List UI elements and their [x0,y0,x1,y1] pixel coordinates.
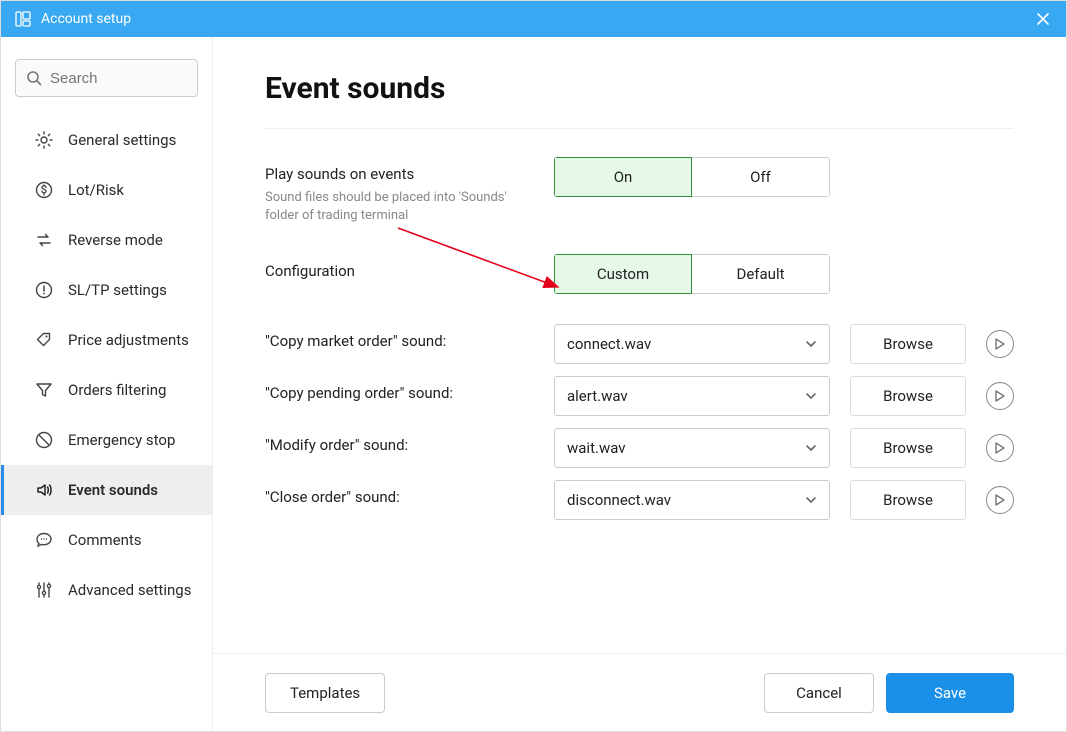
browse-button[interactable]: Browse [850,324,966,364]
sidebar-item-label: Reverse mode [68,231,163,249]
configuration-default-button[interactable]: Default [692,254,830,294]
dollar-icon [34,180,54,200]
divider [265,128,1014,129]
configuration-custom-button[interactable]: Custom [554,254,692,294]
select-value: disconnect.wav [567,491,671,509]
sidebar-item-label: Lot/Risk [68,181,124,199]
select-value: alert.wav [567,387,628,405]
chevron-down-icon [805,390,817,402]
footer: Templates Cancel Save [213,653,1066,731]
sidebar-item-comments[interactable]: Comments [1,515,212,565]
sidebar-item-emergency-stop[interactable]: Emergency stop [1,415,212,465]
filter-icon [34,380,54,400]
swap-icon [34,230,54,250]
sound-select-modify[interactable]: wait.wav [554,428,830,468]
sidebar-item-event-sounds[interactable]: Event sounds [1,465,212,515]
tag-icon [34,330,54,350]
sidebar-item-price-adjustments[interactable]: Price adjustments [1,315,212,365]
app-icon [15,11,31,27]
ban-icon [34,430,54,450]
play-sounds-off-button[interactable]: Off [692,157,830,197]
sidebar-item-advanced-settings[interactable]: Advanced settings [1,565,212,615]
form-area: Play sounds on events Sound files should… [265,157,1014,653]
play-sounds-on-button[interactable]: On [554,157,692,197]
configuration-label: Configuration [265,262,554,280]
alert-circle-icon [34,280,54,300]
page-title: Event sounds [265,71,1014,106]
titlebar: Account setup [1,1,1066,37]
comment-icon [34,530,54,550]
sidebar-item-reverse-mode[interactable]: Reverse mode [1,215,212,265]
sound-label: "Close order" sound: [265,488,554,506]
volume-icon [34,480,54,500]
search-input[interactable] [50,70,187,87]
sound-label: "Modify order" sound: [265,436,554,454]
body: General settings Lot/Risk Reverse mode [1,37,1066,731]
sidebar-item-sl-tp-settings[interactable]: SL/TP settings [1,265,212,315]
sound-select-close[interactable]: disconnect.wav [554,480,830,520]
sliders-icon [34,580,54,600]
browse-button[interactable]: Browse [850,480,966,520]
close-icon[interactable] [1034,10,1052,28]
search-input-wrap[interactable] [15,59,198,97]
play-icon[interactable] [986,486,1014,514]
window-title: Account setup [41,11,1034,27]
sidebar-item-label: Comments [68,531,142,549]
configuration-toggle: Custom Default [554,254,830,294]
cancel-button[interactable]: Cancel [764,673,874,713]
sound-select-copy-market[interactable]: connect.wav [554,324,830,364]
gear-icon [34,130,54,150]
select-value: connect.wav [567,335,651,353]
browse-button[interactable]: Browse [850,376,966,416]
play-sounds-toggle: On Off [554,157,830,197]
sidebar-item-label: General settings [68,131,176,149]
sidebar-item-label: Emergency stop [68,431,175,449]
play-icon[interactable] [986,434,1014,462]
sidebar-item-orders-filtering[interactable]: Orders filtering [1,365,212,415]
save-button[interactable]: Save [886,673,1014,713]
sidebar-item-label: SL/TP settings [68,281,167,299]
chevron-down-icon [805,442,817,454]
play-sounds-label: Play sounds on events [265,165,554,183]
play-sounds-hint: Sound files should be placed into 'Sound… [265,189,525,224]
select-value: wait.wav [567,439,626,457]
sidebar-item-label: Event sounds [68,481,158,499]
search-icon [26,70,42,86]
nav: General settings Lot/Risk Reverse mode [1,115,212,615]
templates-button[interactable]: Templates [265,673,385,713]
sidebar-item-label: Orders filtering [68,381,166,399]
browse-button[interactable]: Browse [850,428,966,468]
sidebar: General settings Lot/Risk Reverse mode [1,37,213,731]
play-icon[interactable] [986,330,1014,358]
window: Account setup Ge [0,0,1067,732]
sound-label: "Copy market order" sound: [265,332,554,350]
sound-select-copy-pending[interactable]: alert.wav [554,376,830,416]
chevron-down-icon [805,338,817,350]
chevron-down-icon [805,494,817,506]
sidebar-item-lot-risk[interactable]: Lot/Risk [1,165,212,215]
sound-label: "Copy pending order" sound: [265,384,554,402]
play-icon[interactable] [986,382,1014,410]
main: Event sounds Play sounds on events Sound… [213,37,1066,731]
sidebar-item-label: Advanced settings [68,581,191,599]
sidebar-item-label: Price adjustments [68,331,189,349]
sidebar-item-general-settings[interactable]: General settings [1,115,212,165]
